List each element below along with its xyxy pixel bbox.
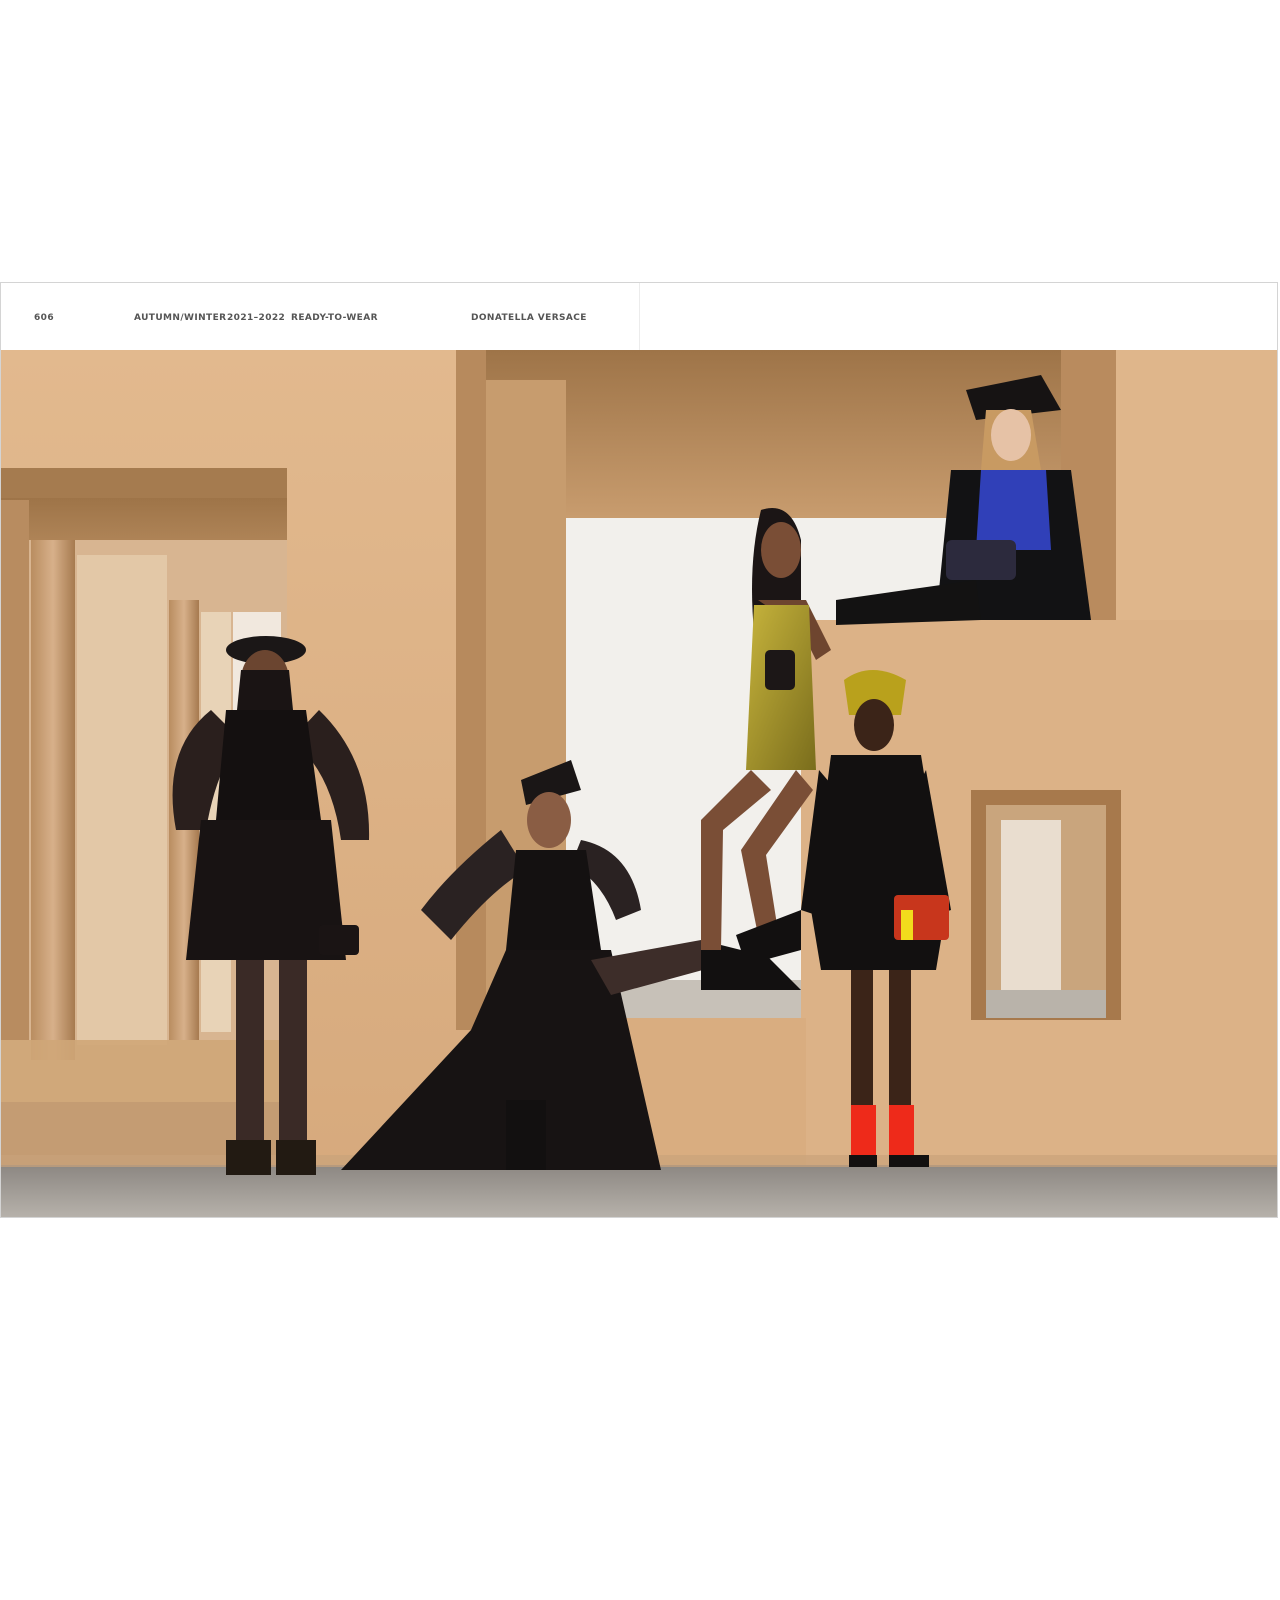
page-number: 606 [34, 313, 54, 323]
page-header: 606 AUTUMN/WINTER 2021–2022 READY-TO-WEA… [1, 283, 1277, 350]
book-spread: 606 AUTUMN/WINTER 2021–2022 READY-TO-WEA… [0, 282, 1278, 1218]
campaign-photo [1, 350, 1277, 1217]
designer-label: DONATELLA VERSACE [471, 313, 587, 323]
years-label: 2021–2022 [227, 313, 286, 323]
floor [1, 1165, 1277, 1217]
season-label: AUTUMN/WINTER [134, 313, 227, 323]
page-gutter [639, 283, 640, 350]
collection-type-label: READY-TO-WEAR [291, 313, 378, 323]
